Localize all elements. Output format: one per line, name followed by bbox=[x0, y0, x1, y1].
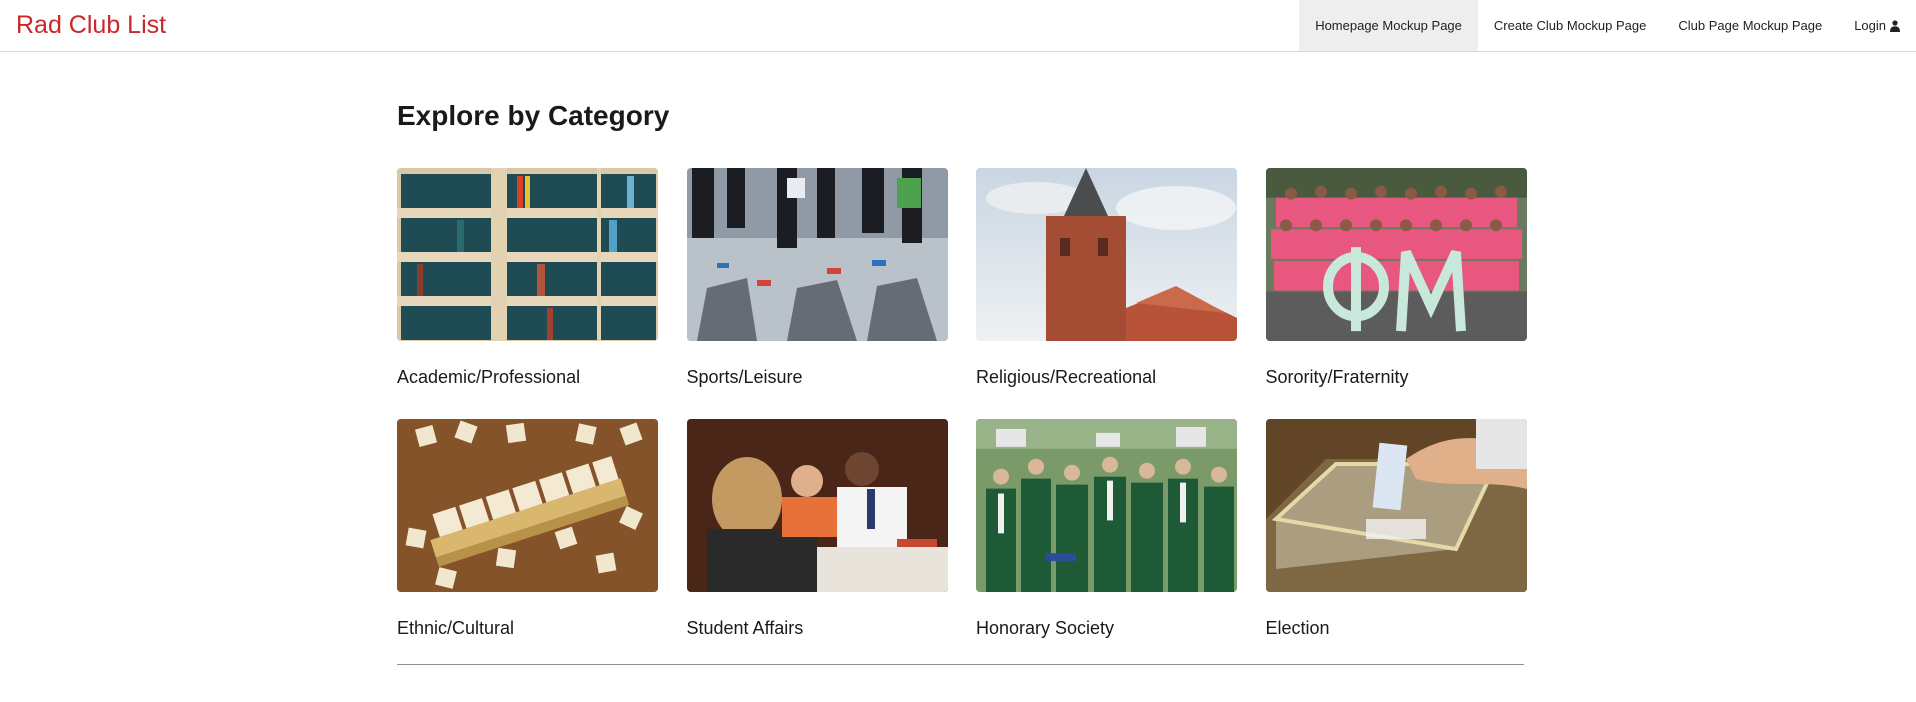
category-label: Sorority/Fraternity bbox=[1265, 367, 1409, 387]
category-label: Academic/Professional bbox=[397, 367, 581, 387]
category-label: Student Affairs bbox=[686, 618, 804, 638]
category-label: Ethnic/Cultural bbox=[397, 618, 515, 638]
category-card-election[interactable]: Election bbox=[1265, 419, 1527, 670]
category-label: Religious/Recreational bbox=[976, 367, 1157, 387]
nav-create-club-mockup[interactable]: Create Club Mockup Page bbox=[1478, 0, 1662, 51]
runners-photo bbox=[686, 168, 948, 341]
category-grid: Academic/Professional Sports/Leisure Rel… bbox=[397, 168, 1527, 670]
scrabble-culture-photo bbox=[397, 419, 658, 592]
category-card-student-affairs[interactable]: Student Affairs bbox=[686, 419, 948, 670]
nav-login[interactable]: Login bbox=[1838, 0, 1916, 51]
nav-homepage-mockup[interactable]: Homepage Mockup Page bbox=[1299, 0, 1478, 51]
top-navbar: Rad Club List Homepage Mockup Page Creat… bbox=[0, 0, 1916, 52]
brand-link[interactable]: Rad Club List bbox=[16, 8, 166, 42]
ballot-box-photo bbox=[1265, 419, 1527, 592]
category-label: Honorary Society bbox=[976, 618, 1115, 638]
user-icon bbox=[1890, 19, 1900, 32]
graduation-photo bbox=[976, 419, 1237, 592]
sorority-group-photo bbox=[1265, 168, 1527, 341]
nav-label: Login bbox=[1854, 18, 1886, 33]
category-card-religious[interactable]: Religious/Recreational bbox=[976, 168, 1237, 419]
section-divider bbox=[397, 664, 1524, 665]
nav-menu: Homepage Mockup Page Create Club Mockup … bbox=[1299, 0, 1916, 51]
category-label: Election bbox=[1265, 618, 1330, 638]
nav-label: Homepage Mockup Page bbox=[1315, 18, 1462, 33]
nav-club-page-mockup[interactable]: Club Page Mockup Page bbox=[1662, 0, 1838, 51]
category-card-sorority[interactable]: Sorority/Fraternity bbox=[1265, 168, 1527, 419]
nav-label: Create Club Mockup Page bbox=[1493, 18, 1647, 33]
category-card-academic[interactable]: Academic/Professional bbox=[397, 168, 658, 419]
page-title: Explore by Category bbox=[397, 100, 670, 131]
bookshelf-photo bbox=[397, 168, 658, 341]
meeting-photo bbox=[686, 419, 948, 592]
category-card-sports[interactable]: Sports/Leisure bbox=[686, 168, 948, 419]
category-card-honorary[interactable]: Honorary Society bbox=[976, 419, 1237, 670]
category-label: Sports/Leisure bbox=[686, 367, 803, 387]
church-tower-photo bbox=[976, 168, 1237, 341]
category-card-ethnic[interactable]: Ethnic/Cultural bbox=[397, 419, 658, 670]
nav-label: Club Page Mockup Page bbox=[1678, 18, 1823, 33]
